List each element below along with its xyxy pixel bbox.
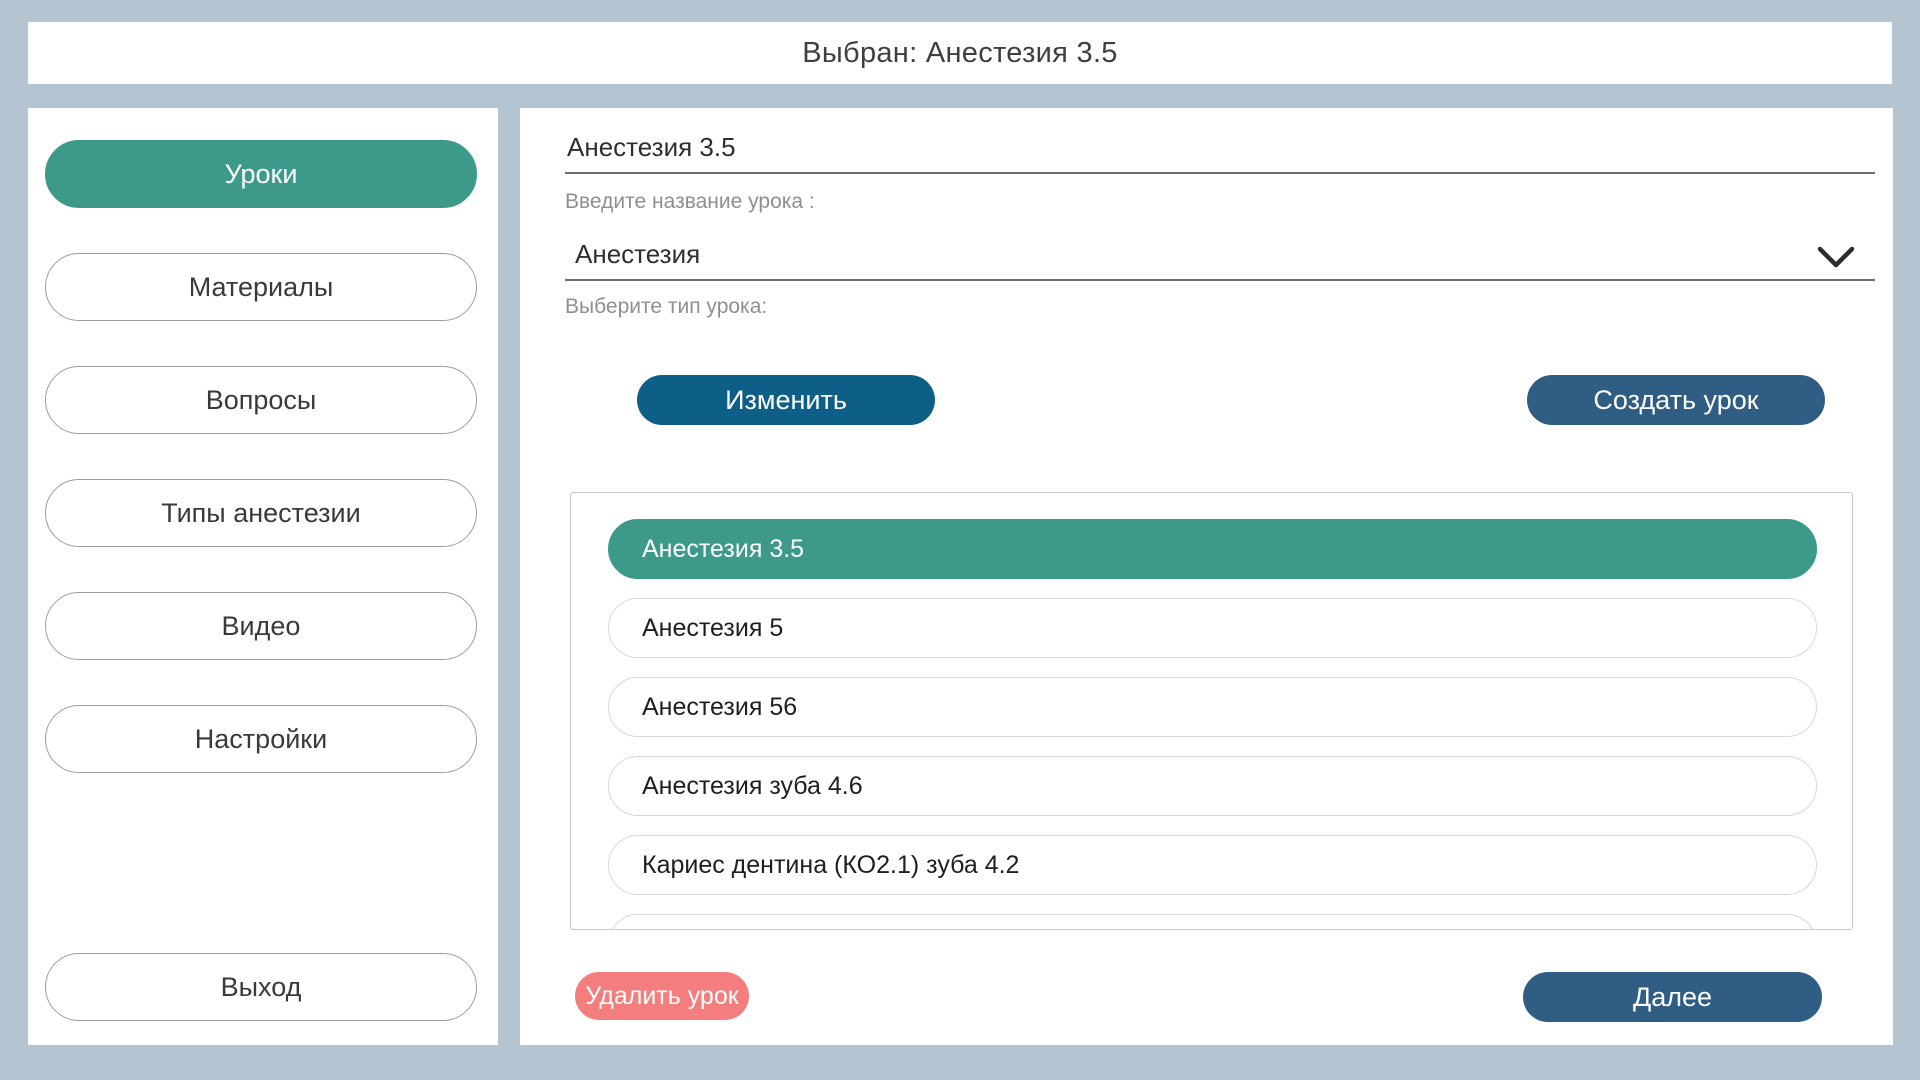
sidebar-item[interactable]: Настройки [45,705,477,773]
lesson-name-input[interactable]: Анестезия 3.5 [565,132,1875,174]
lesson-list-item[interactable]: Анестезия зуба 4.6 [608,756,1817,816]
lesson-list-item[interactable]: Анестезия 56 [608,677,1817,737]
lesson-type-select[interactable]: Анестезия [565,239,1875,281]
delete-lesson-button[interactable]: Удалить урок [575,972,749,1020]
next-button[interactable]: Далее [1523,972,1822,1022]
top-status-bar: Выбран: Анестезия 3.5 [28,22,1892,84]
lesson-type-helper: Выберите тип урока: [565,295,767,319]
sidebar-item[interactable]: Уроки [45,140,477,208]
main-panel: Анестезия 3.5 Введите название урока : А… [520,108,1893,1045]
lesson-type-value: Анестезия [565,239,1875,279]
exit-button-wrap: Выход [45,953,477,1021]
sidebar-item[interactable]: Вопросы [45,366,477,434]
lesson-list-item[interactable] [608,914,1817,930]
exit-button[interactable]: Выход [45,953,477,1021]
chevron-down-icon [1817,246,1855,269]
edit-button[interactable]: Изменить [637,375,935,425]
sidebar: Уроки Материалы Вопросы Типы анестезии Видео… [28,108,498,1045]
create-lesson-button[interactable]: Создать урок [1527,375,1825,425]
app-window: Выбран: Анестезия 3.5 Уроки Материалы Вопр… [0,0,1920,1080]
lesson-name-helper: Введите название урока : [565,190,815,214]
lesson-list: Анестезия 3.5 Анестезия 5 Анестезия 56 Анес… [570,492,1853,930]
sidebar-nav: Уроки Материалы Вопросы Типы анестезии Видео… [45,140,477,773]
sidebar-item[interactable]: Видео [45,592,477,660]
lesson-list-item[interactable]: Анестезия 5 [608,598,1817,658]
lesson-list-item[interactable]: Анестезия 3.5 [608,519,1817,579]
selected-lesson-status: Выбран: Анестезия 3.5 [802,37,1118,70]
lesson-name-value: Анестезия 3.5 [565,132,1875,172]
sidebar-item[interactable]: Типы анестезии [45,479,477,547]
sidebar-item[interactable]: Материалы [45,253,477,321]
lesson-list-item[interactable]: Кариес дентина (КО2.1) зуба 4.2 [608,835,1817,895]
